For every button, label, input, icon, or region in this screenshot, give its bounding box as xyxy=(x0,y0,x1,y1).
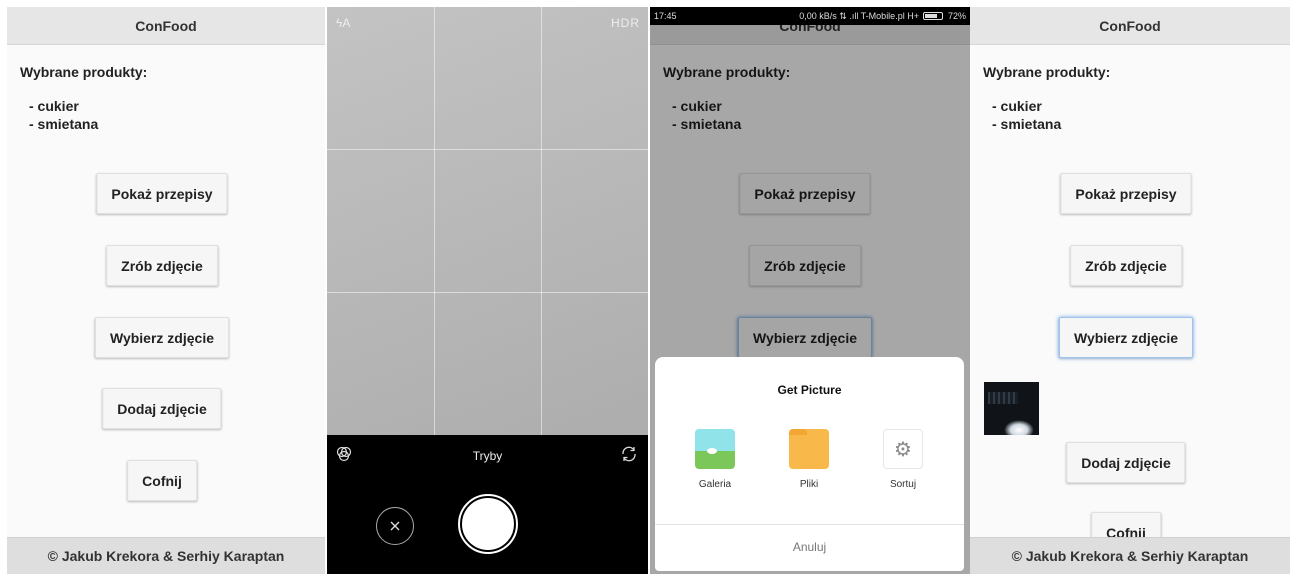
camera-screen: ϟA HDR Tryby xyxy=(327,7,648,574)
add-photo-button[interactable]: Dodaj zdjęcie xyxy=(102,388,222,429)
shutter-button[interactable] xyxy=(458,494,518,554)
add-photo-button[interactable]: Dodaj zdjęcie xyxy=(1066,442,1186,483)
back-button[interactable]: Cofnij xyxy=(127,460,197,501)
option-sort[interactable]: ⚙ Sortuj xyxy=(873,429,933,490)
option-label: Galeria xyxy=(698,479,732,490)
list-item: - cukier xyxy=(29,98,79,114)
grid-line xyxy=(434,7,435,435)
dialog-title: Get Picture xyxy=(777,383,842,397)
get-picture-dialog: Get Picture Galeria Pliki ⚙ Sortuj Anulu… xyxy=(655,357,964,571)
app-screen: ConFood Wybrane produkty: - cukier - smi… xyxy=(970,7,1290,574)
close-icon xyxy=(390,521,400,531)
app-title: ConFood xyxy=(970,7,1290,45)
option-label: Pliki xyxy=(799,479,819,490)
selected-photo-thumbnail xyxy=(984,382,1039,435)
camera-viewfinder[interactable]: ϟA HDR xyxy=(327,7,648,435)
section-title: Wybrane produkty: xyxy=(20,64,148,80)
products-list: - cukier - smietana xyxy=(29,97,98,133)
folder-icon xyxy=(789,429,829,469)
hdr-toggle[interactable]: HDR xyxy=(611,16,640,30)
show-recipes-button[interactable]: Pokaż przepisy xyxy=(1060,173,1192,214)
main-screen: ConFood Wybrane produkty: - cukier - smi… xyxy=(7,7,325,574)
option-gallery[interactable]: Galeria xyxy=(685,429,745,490)
take-photo-button[interactable]: Zrób zdjęcie xyxy=(106,245,218,286)
status-info: 0,00 kB/s ⇅ .ıll T-Mobile.pl H+ 72% xyxy=(799,10,966,21)
status-bar: 17:45 0,00 kB/s ⇅ .ıll T-Mobile.pl H+ 72… xyxy=(650,7,970,25)
grid-line xyxy=(327,149,648,150)
close-camera-button[interactable] xyxy=(376,507,414,545)
camera-controls: Tryby xyxy=(327,435,648,574)
status-time: 17:45 xyxy=(654,11,677,21)
list-item: - smietana xyxy=(992,116,1062,132)
products-list: - cukier - smietana xyxy=(992,97,1061,133)
gallery-icon xyxy=(695,429,735,469)
show-recipes-button[interactable]: Pokaż przepisy xyxy=(96,173,228,214)
cancel-button[interactable]: Anuluj xyxy=(655,540,964,554)
take-photo-button[interactable]: Zrób zdjęcie xyxy=(1070,245,1182,286)
app-title: ConFood xyxy=(7,7,325,45)
divider xyxy=(655,524,964,525)
flash-auto-icon[interactable]: ϟA xyxy=(336,16,350,30)
switch-camera-icon[interactable] xyxy=(620,445,638,468)
footer-credits: © Jakub Krekora & Serhiy Karaptan xyxy=(970,537,1290,574)
footer-credits: © Jakub Krekora & Serhiy Karaptan xyxy=(7,537,325,574)
choose-photo-button[interactable]: Wybierz zdjęcie xyxy=(1058,317,1194,358)
option-label: Sortuj xyxy=(889,479,917,490)
battery-icon xyxy=(923,12,944,21)
grid-line xyxy=(327,292,648,293)
gear-icon: ⚙ xyxy=(883,429,923,469)
grid-line xyxy=(541,7,542,435)
section-title: Wybrane produkty: xyxy=(983,64,1111,80)
picker-screen: ConFood Wybrane produkty: - cukier - smi… xyxy=(650,7,970,574)
choose-photo-button[interactable]: Wybierz zdjęcie xyxy=(94,317,230,358)
option-files[interactable]: Pliki xyxy=(779,429,839,490)
result-screen: ConFood Wybrane produkty: - cukier - smi… xyxy=(970,7,1290,574)
app-screen: ConFood Wybrane produkty: - cukier - smi… xyxy=(7,7,325,574)
list-item: - cukier xyxy=(992,98,1042,114)
list-item: - smietana xyxy=(29,116,99,132)
modes-button[interactable]: Tryby xyxy=(327,449,648,463)
